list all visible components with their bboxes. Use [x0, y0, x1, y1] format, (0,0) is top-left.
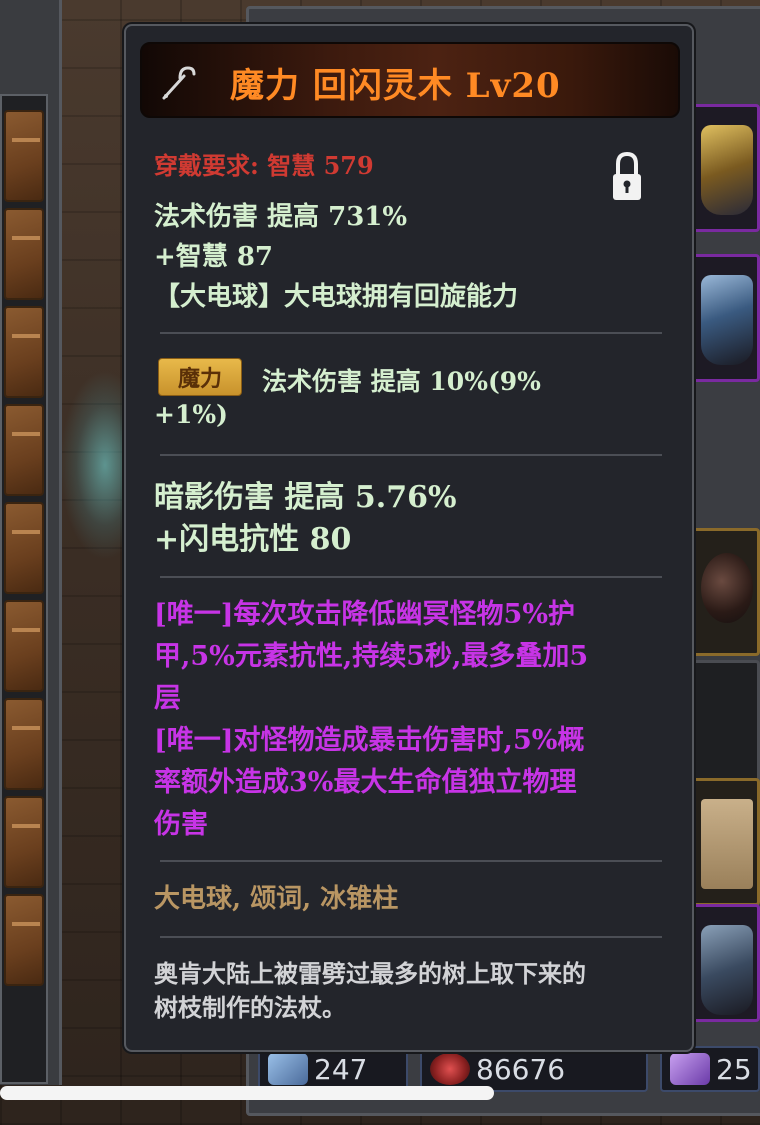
inventory-slot[interactable] [4, 306, 44, 398]
inventory-grid [0, 94, 48, 1084]
equip-slot-empty[interactable] [688, 660, 760, 788]
divider [160, 332, 662, 334]
item-title-bar: 魔力 回闪灵木 Lv20 [140, 42, 680, 118]
heart-icon [430, 1053, 470, 1085]
gem-stat: 25 [660, 1046, 760, 1092]
affix-badge: 魔力 [158, 358, 242, 396]
stat-line: +闪电抗性 80 [154, 522, 352, 557]
scroll-icon [701, 799, 753, 889]
health-value: 86676 [476, 1052, 566, 1086]
unique-line: [唯一]对怪物造成暴击伤害时,5%概 [154, 725, 585, 756]
attack-value: 247 [314, 1052, 368, 1086]
armor-icon [701, 275, 753, 365]
affix-line: 法术伤害 提高 10%(9% [262, 367, 541, 396]
flavor-text: 奥肯大陆上被雷劈过最多的树上取下来的 [154, 959, 586, 988]
staff-icon [162, 66, 196, 100]
boots-icon [701, 925, 753, 1015]
inventory-slot[interactable] [4, 600, 44, 692]
equip-slot-armor[interactable] [688, 254, 760, 382]
gem-icon [670, 1053, 710, 1085]
item-name: 魔力 回闪灵木 Lv20 [230, 66, 561, 106]
inventory-slot[interactable] [4, 110, 44, 202]
unique-line: 率额外造成3%最大生命值独立物理 [154, 767, 577, 798]
inventory-slot[interactable] [4, 894, 44, 986]
divider [160, 576, 662, 578]
stat-line: 法术伤害 提高 731% [154, 202, 408, 232]
divider [160, 454, 662, 456]
helmet-icon [701, 125, 753, 215]
skills-list: 大电球, 颂词, 冰锥柱 [154, 884, 399, 914]
inventory-panel [0, 0, 62, 1085]
inventory-slot[interactable] [4, 698, 44, 790]
sword-icon [268, 1053, 308, 1085]
inventory-slot[interactable] [4, 404, 44, 496]
item-tooltip: 魔力 回闪灵木 Lv20 穿戴要求: 智慧 579 法术伤害 提高 731% +… [124, 24, 694, 1052]
equip-slot-boots[interactable] [688, 904, 760, 1022]
inventory-slot[interactable] [4, 502, 44, 594]
equip-slot-ring[interactable] [688, 528, 760, 656]
home-indicator[interactable] [0, 1086, 494, 1100]
lock-icon[interactable] [610, 150, 644, 204]
equip-slot-helmet[interactable] [688, 104, 760, 232]
unique-line: 甲,5%元素抗性,持续5秒,最多叠加5 [154, 641, 589, 672]
requirement-text: 穿戴要求: 智慧 579 [154, 151, 374, 180]
divider [160, 936, 662, 938]
orb-icon [701, 553, 753, 623]
flavor-text: 树枝制作的法杖。 [154, 993, 346, 1022]
unique-line: [唯一]每次攻击降低幽冥怪物5%护 [154, 599, 575, 630]
skill-bonus-line: 【大电球】大电球拥有回旋能力 [154, 282, 519, 312]
stat-line: +智慧 87 [154, 242, 274, 272]
divider [160, 860, 662, 862]
gem-value: 25 [716, 1052, 752, 1086]
affix-line: +1%) [154, 400, 228, 429]
inventory-slot[interactable] [4, 796, 44, 888]
inventory-slot[interactable] [4, 208, 44, 300]
unique-line: 伤害 [154, 809, 208, 840]
unique-line: 层 [154, 683, 181, 714]
equip-slot-scroll[interactable] [688, 778, 760, 906]
stat-line: 暗影伤害 提高 5.76% [154, 480, 457, 515]
